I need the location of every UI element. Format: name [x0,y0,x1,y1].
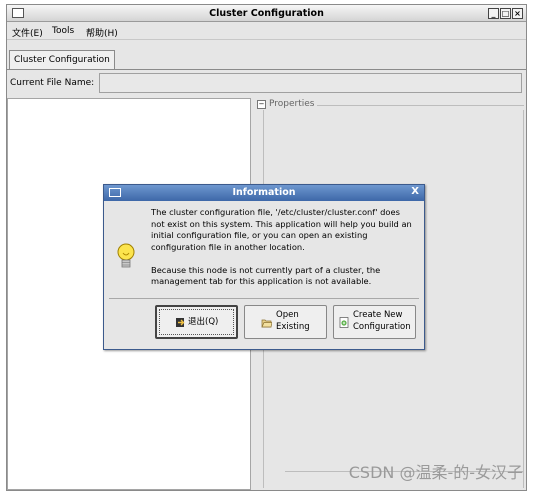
lightbulb-icon [117,243,135,268]
message-line: Because this node is not currently part … [151,264,381,275]
window-title: Cluster Configuration [209,8,324,19]
open-line-2: Existing [276,322,310,332]
maximize-icon[interactable]: □ [500,8,511,19]
watermark: CSDN @温柔-的-女汉子 [348,463,523,482]
title-bar: Cluster Configuration _ □ × [7,5,526,22]
dialog-title: Information [232,187,296,198]
tab-strip: Cluster Configuration [7,41,526,70]
tab-divider [7,69,526,70]
create-line-1: Create New [353,310,403,320]
message-line [151,253,421,265]
dialog-message: The cluster configuration file, '/etc/cl… [151,207,421,288]
quit-button-label: 退出(Q) [188,317,219,327]
properties-rule [317,105,524,106]
exit-icon [176,318,185,327]
expander-icon[interactable]: − [257,100,266,109]
create-new-configuration-button[interactable]: Create New Configuration [333,305,416,339]
close-icon[interactable]: × [512,8,523,19]
file-row: Current File Name: [7,71,526,95]
message-line: not exist on this system. This applicati… [151,218,412,229]
file-name-field[interactable] [99,73,522,93]
menu-bar: 文件(E) Tools 帮助(H) [7,23,526,40]
dialog-separator [109,298,419,299]
message-line: initial configuration file, or you can o… [151,230,368,240]
open-line-1: Open [276,310,299,320]
folder-icon [261,319,272,328]
message-line: configuration file in another location. [151,241,305,252]
properties-label: Properties [269,99,315,109]
dialog-title-bar: Information X [104,185,424,201]
file-name-label: Current File Name: [10,78,95,88]
quit-button[interactable]: 退出(Q) [155,305,238,339]
tab-cluster-configuration[interactable]: Cluster Configuration [9,50,115,70]
message-line: The cluster configuration file, '/etc/cl… [151,207,400,217]
information-dialog: Information X The cluster configuration … [103,184,425,350]
message-line: management tab for this application is n… [151,276,372,286]
menu-tools[interactable]: Tools [52,26,74,36]
create-line-2: Configuration [353,322,411,332]
menu-help[interactable]: 帮助(H) [86,26,118,39]
minimize-icon[interactable]: _ [488,8,499,19]
dialog-close-icon[interactable]: X [411,186,419,197]
new-document-icon [339,317,349,328]
open-existing-button[interactable]: Open Existing [244,305,327,339]
menu-file[interactable]: 文件(E) [12,26,43,39]
